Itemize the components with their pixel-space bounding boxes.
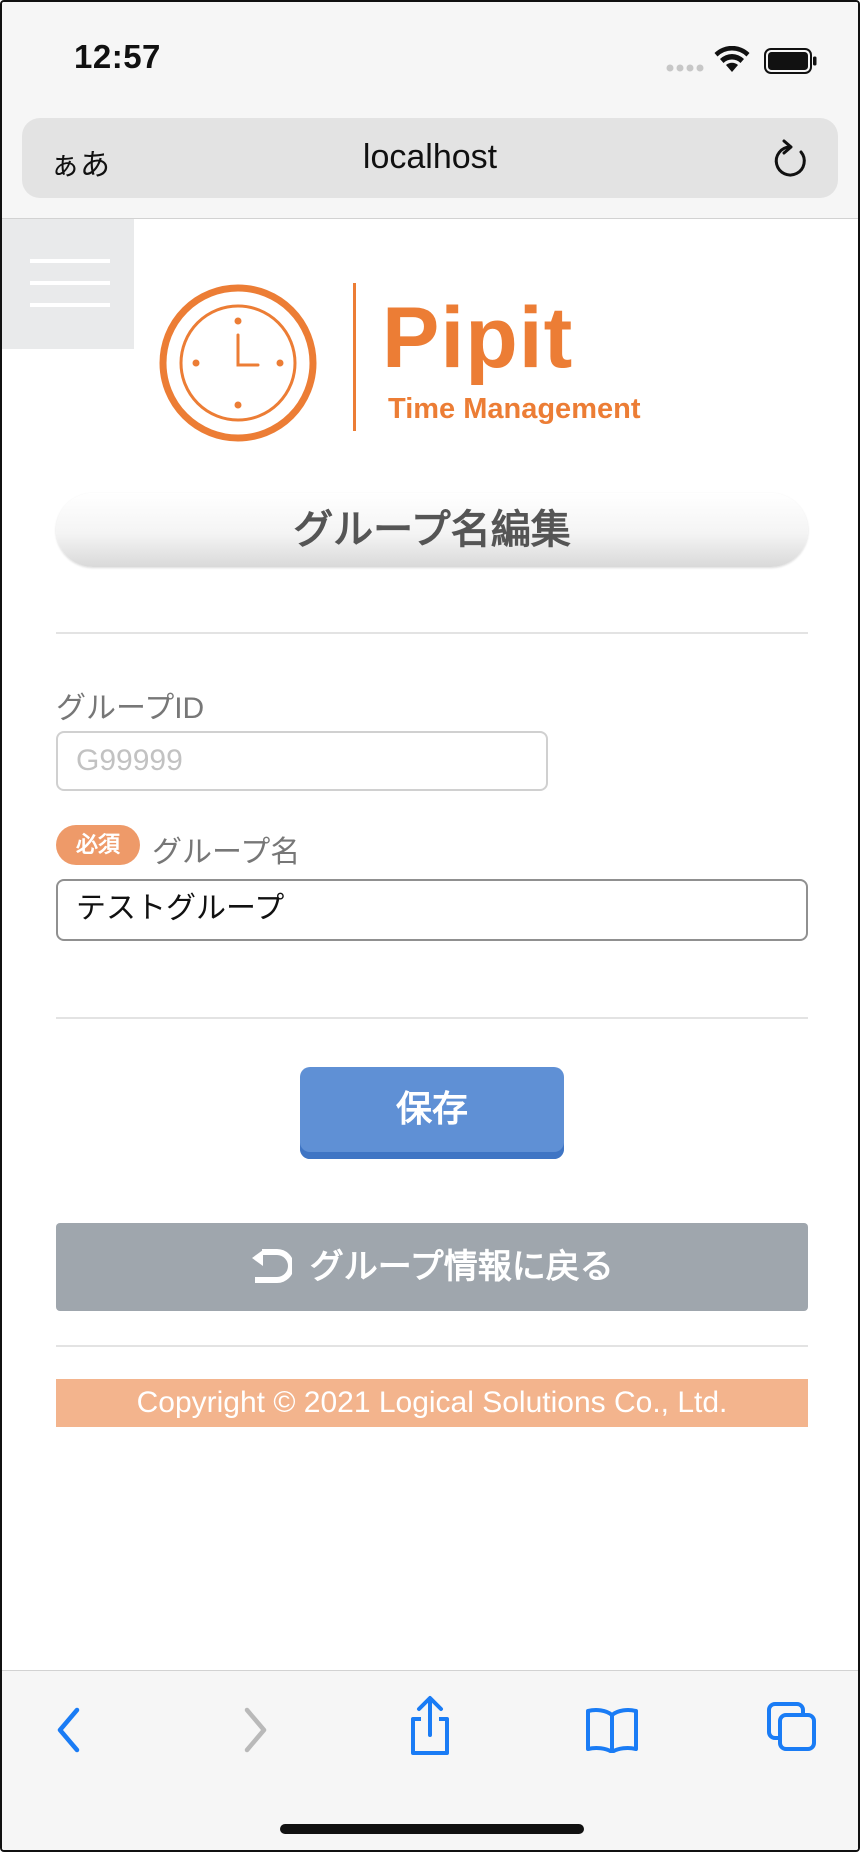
hamburger-icon-bar [30,259,110,263]
forward-icon[interactable] [238,1705,272,1755]
bookmarks-icon[interactable] [584,1707,640,1753]
divider [56,632,808,634]
reload-icon[interactable] [770,138,810,180]
group-id-input[interactable]: G99999 [56,731,548,791]
save-button[interactable]: 保存 [300,1067,564,1159]
address-area: ぁあ localhost [2,112,858,219]
address-bar[interactable]: ぁあ localhost [22,118,838,198]
return-arrow-icon [252,1249,293,1284]
back-button-label: グループ情報に戻る [309,1248,614,1286]
divider [56,1017,808,1019]
clock-icon [159,283,356,442]
page-title: グループ名編集 [56,493,808,567]
cellular-signal-icon [666,64,704,72]
hamburger-icon-bar [30,303,110,307]
url-label[interactable]: localhost [22,138,838,177]
back-icon[interactable] [52,1705,86,1755]
hamburger-icon-bar [30,281,110,285]
status-bar: 12:57 [2,2,858,112]
battery-icon [764,48,817,74]
status-time: 12:57 [74,38,161,75]
logo-tagline: Time Management [388,393,641,425]
hamburger-menu-button[interactable] [2,219,134,349]
page-content: Pipit Time Management グループ名編集 グループID G99… [2,219,858,1669]
share-icon[interactable] [406,1695,454,1757]
back-to-group-info-button[interactable]: グループ情報に戻る [56,1223,808,1311]
copyright-footer: Copyright © 2021 Logical Solutions Co., … [56,1379,808,1427]
group-id-label: グループID [56,692,205,725]
phone-screen: 12:57 ぁあ localhost Pipit Time Management… [0,0,860,1852]
wifi-icon [714,46,750,72]
group-name-label: グループ名 [152,836,301,869]
divider [56,1345,808,1347]
home-indicator [280,1824,584,1834]
required-badge: 必須 [56,825,140,865]
back-button-content: グループ情報に戻る [56,1223,808,1311]
tabs-icon[interactable] [766,1701,818,1753]
group-name-input[interactable]: テストグループ [56,879,808,941]
logo-title: Pipit [382,290,574,386]
